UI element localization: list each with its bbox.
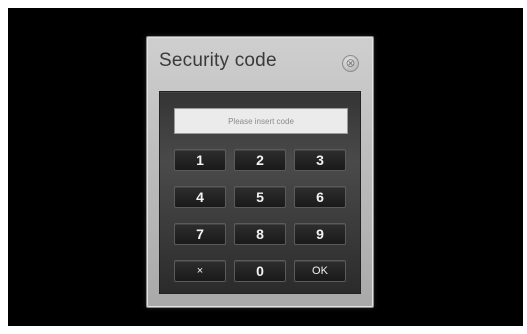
key-9[interactable]: 9 [294,223,346,245]
key-7[interactable]: 7 [174,223,226,245]
key-8[interactable]: 8 [234,223,286,245]
screen: Security code ⊗ 1 2 3 4 5 6 7 8 9 × 0 OK [8,8,523,326]
clear-key[interactable]: × [174,260,226,282]
code-input[interactable] [174,108,348,134]
keypad-panel: 1 2 3 4 5 6 7 8 9 × 0 OK [159,91,361,294]
key-0[interactable]: 0 [234,260,286,282]
key-4[interactable]: 4 [174,186,226,208]
security-code-dialog: Security code ⊗ 1 2 3 4 5 6 7 8 9 × 0 OK [146,36,374,308]
key-1[interactable]: 1 [174,149,226,171]
close-icon[interactable]: ⊗ [342,55,359,72]
dialog-title: Security code [159,50,277,71]
key-3[interactable]: 3 [294,149,346,171]
key-6[interactable]: 6 [294,186,346,208]
key-2[interactable]: 2 [234,149,286,171]
ok-key[interactable]: OK [294,260,346,282]
keypad: 1 2 3 4 5 6 7 8 9 × 0 OK [174,149,346,282]
key-5[interactable]: 5 [234,186,286,208]
